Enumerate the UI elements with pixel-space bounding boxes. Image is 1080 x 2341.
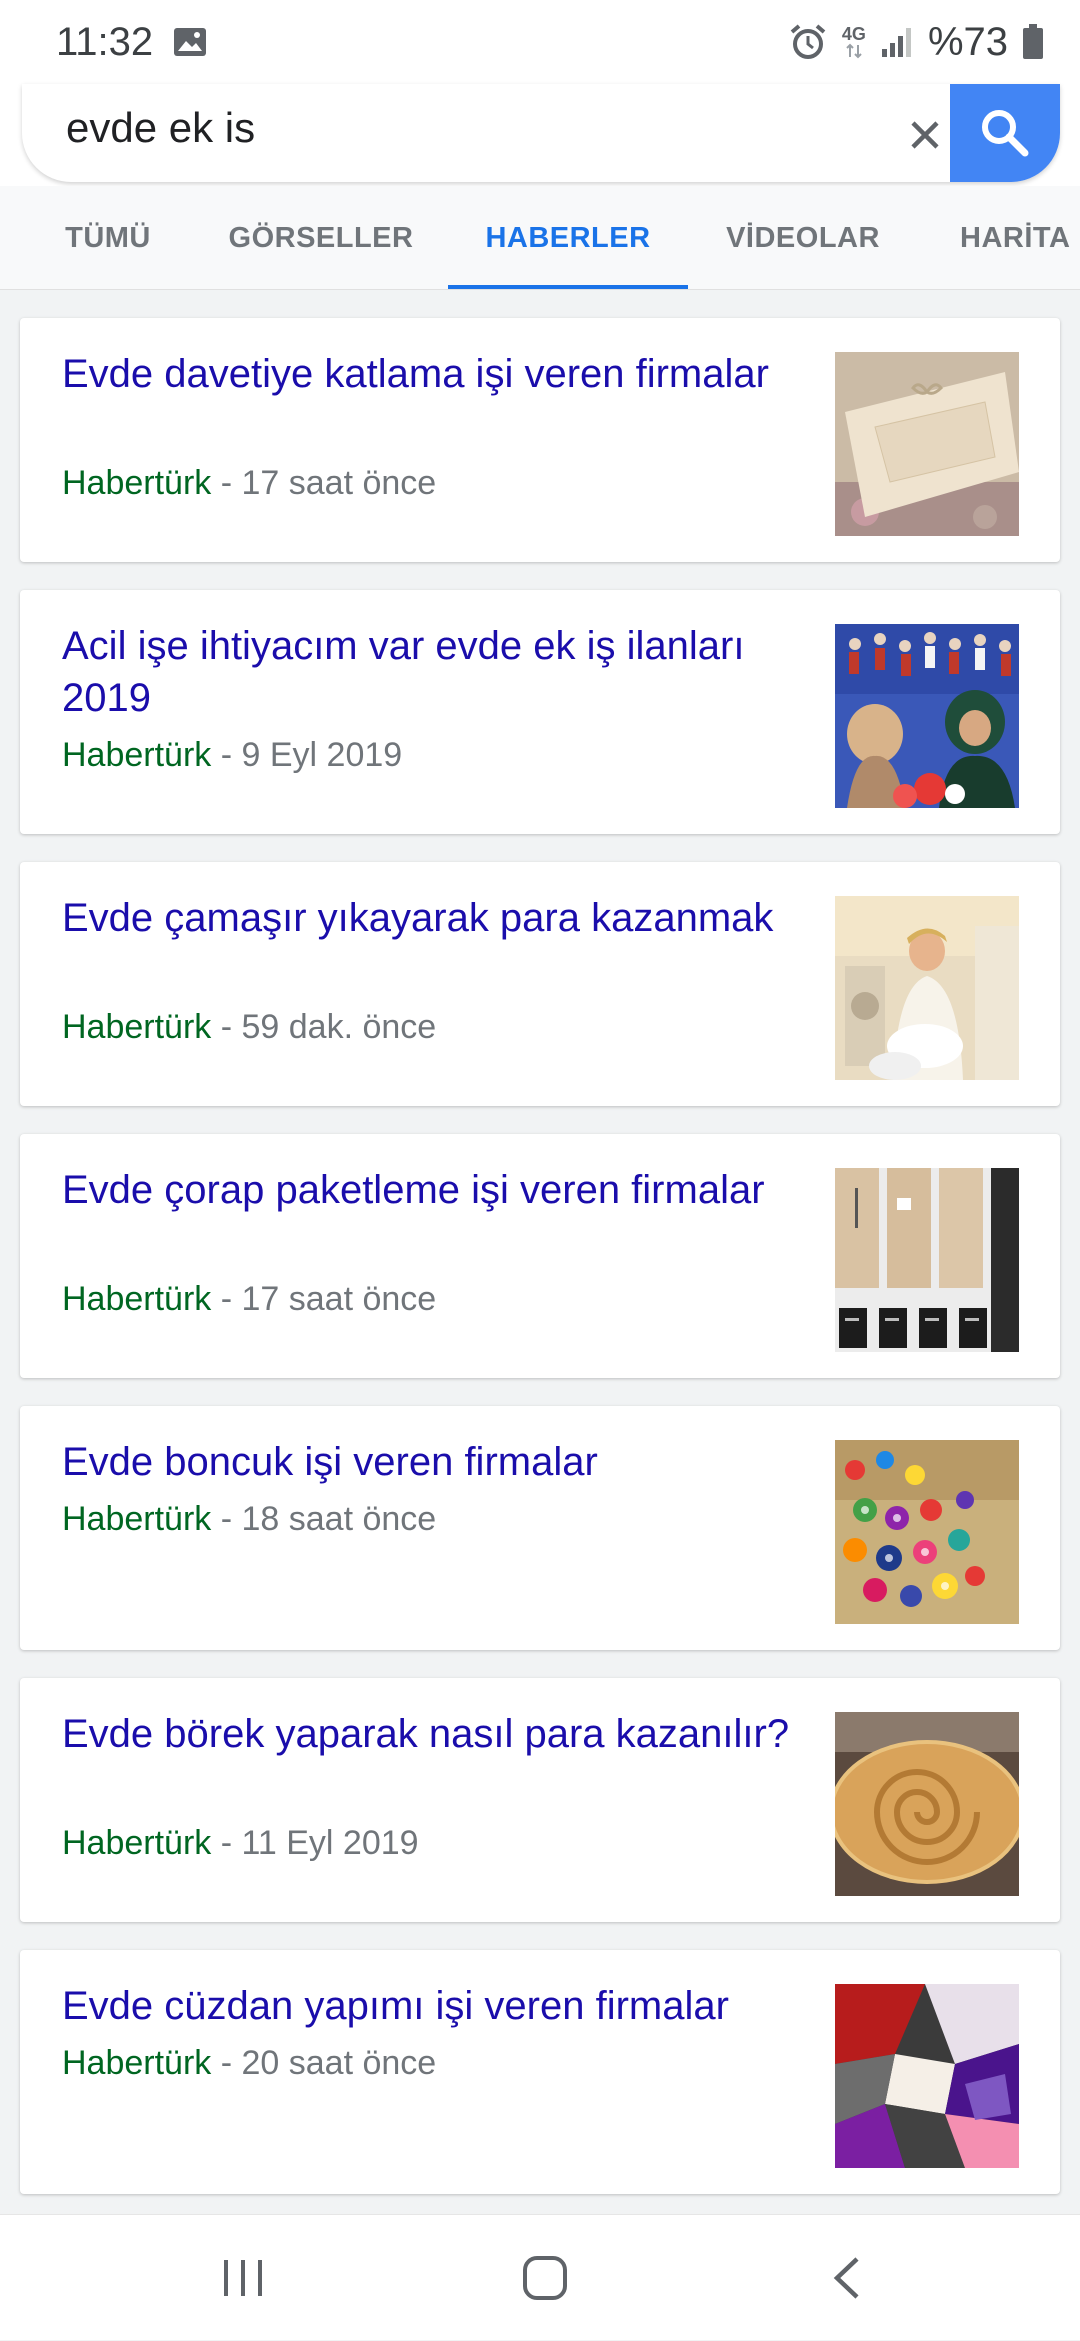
news-meta: Habertürk - 18 saat önce xyxy=(62,1500,436,1539)
news-meta: Habertürk - 17 saat önce xyxy=(62,464,436,503)
news-time: 18 saat önce xyxy=(241,1500,437,1538)
news-source: Habertürk xyxy=(62,736,212,774)
news-meta: Habertürk - 59 dak. önce xyxy=(62,1008,436,1047)
news-time: 59 dak. önce xyxy=(241,1008,437,1046)
status-time: 11:32 xyxy=(56,19,154,64)
news-title[interactable]: Evde davetiye katlama işi veren firmalar xyxy=(62,348,802,400)
invitation-image xyxy=(835,352,1019,536)
news-meta: Habertürk - 20 saat önce xyxy=(62,2044,436,2083)
news-source: Habertürk xyxy=(62,1824,212,1862)
news-time: 11 Eyl 2019 xyxy=(241,1824,419,1862)
search-box[interactable]: evde ek is xyxy=(22,84,1060,182)
meta-separator: - xyxy=(211,2044,242,2082)
back-icon xyxy=(833,2257,859,2299)
news-source: Habertürk xyxy=(62,1280,212,1318)
news-meta: Habertürk - 11 Eyl 2019 xyxy=(62,1824,419,1863)
news-title[interactable]: Evde börek yaparak nasıl para kazanılır? xyxy=(62,1708,802,1760)
search-tabs: TÜMÜ GÖRSELLER HABERLER VİDEOLAR HARİTA xyxy=(0,186,1080,290)
news-card[interactable]: Evde cüzdan yapımı işi veren firmalar Ha… xyxy=(20,1950,1060,2194)
network-type: 4G xyxy=(842,25,866,59)
news-source: Habertürk xyxy=(62,464,212,502)
news-meta: Habertürk - 17 saat önce xyxy=(62,1280,436,1319)
meta-separator: - xyxy=(211,736,242,774)
signal-icon xyxy=(880,25,914,59)
meta-separator: - xyxy=(211,1500,242,1538)
system-nav-bar xyxy=(0,2214,1080,2340)
news-title[interactable]: Evde cüzdan yapımı işi veren firmalar xyxy=(62,1980,802,2032)
news-card[interactable]: Evde çorap paketleme işi veren firmalar … xyxy=(20,1134,1060,1378)
felt-wallets-image xyxy=(835,1984,1019,2168)
meta-separator: - xyxy=(211,1280,242,1318)
alarm-icon xyxy=(788,22,828,62)
search-icon xyxy=(982,110,1029,157)
gallery-icon xyxy=(173,27,207,57)
news-source: Habertürk xyxy=(62,2044,212,2082)
news-title[interactable]: Evde çamaşır yıkayarak para kazanmak xyxy=(62,892,802,944)
news-card[interactable]: Acil işe ihtiyacım var evde ek iş ilanla… xyxy=(20,590,1060,834)
news-time: 9 Eyl 2019 xyxy=(241,736,403,774)
battery-text: %73 xyxy=(927,19,1008,64)
meta-separator: - xyxy=(211,1008,242,1046)
news-card[interactable]: Evde çamaşır yıkayarak para kazanmak Hab… xyxy=(20,862,1060,1106)
women-working-image xyxy=(835,624,1019,808)
close-icon xyxy=(911,121,939,149)
home-button[interactable] xyxy=(485,2215,605,2341)
news-card[interactable]: Evde davetiye katlama işi veren firmalar… xyxy=(20,318,1060,562)
recent-apps-icon xyxy=(224,2260,262,2296)
recent-apps-button[interactable] xyxy=(183,2215,303,2341)
tab-all[interactable]: TÜMÜ xyxy=(44,186,172,289)
clear-search-button[interactable] xyxy=(900,110,950,160)
news-card[interactable]: Evde boncuk işi veren firmalar Habertürk… xyxy=(20,1406,1060,1650)
news-card[interactable]: Evde börek yaparak nasıl para kazanılır?… xyxy=(20,1678,1060,1922)
news-time: 20 saat önce xyxy=(241,2044,437,2082)
news-meta: Habertürk - 9 Eyl 2019 xyxy=(62,736,402,775)
meta-separator: - xyxy=(211,1824,242,1862)
meta-separator: - xyxy=(211,464,242,502)
news-time: 17 saat önce xyxy=(241,1280,437,1318)
news-title[interactable]: Acil işe ihtiyacım var evde ek iş ilanla… xyxy=(62,620,802,724)
home-icon xyxy=(523,2256,567,2300)
search-button[interactable] xyxy=(950,84,1060,182)
battery-icon xyxy=(1022,24,1044,60)
search-area: evde ek is xyxy=(0,84,1080,186)
beads-image xyxy=(835,1440,1019,1624)
status-right: 4G %73 xyxy=(788,20,1044,65)
socks-packaging-image xyxy=(835,1168,1019,1352)
borek-image xyxy=(835,1712,1019,1896)
tab-images[interactable]: GÖRSELLER xyxy=(228,186,414,289)
search-input[interactable]: evde ek is xyxy=(66,104,255,152)
news-title[interactable]: Evde boncuk işi veren firmalar xyxy=(62,1436,802,1488)
news-source: Habertürk xyxy=(62,1008,212,1046)
status-bar: 11:32 4G %73 xyxy=(0,0,1080,84)
tab-maps[interactable]: HARİTA xyxy=(960,186,1080,289)
laundry-image xyxy=(835,896,1019,1080)
tab-news[interactable]: HABERLER xyxy=(448,186,688,289)
back-button[interactable] xyxy=(787,2215,907,2341)
news-time: 17 saat önce xyxy=(241,464,437,502)
news-title[interactable]: Evde çorap paketleme işi veren firmalar xyxy=(62,1164,802,1216)
tab-videos[interactable]: VİDEOLAR xyxy=(722,186,884,289)
news-source: Habertürk xyxy=(62,1500,212,1538)
